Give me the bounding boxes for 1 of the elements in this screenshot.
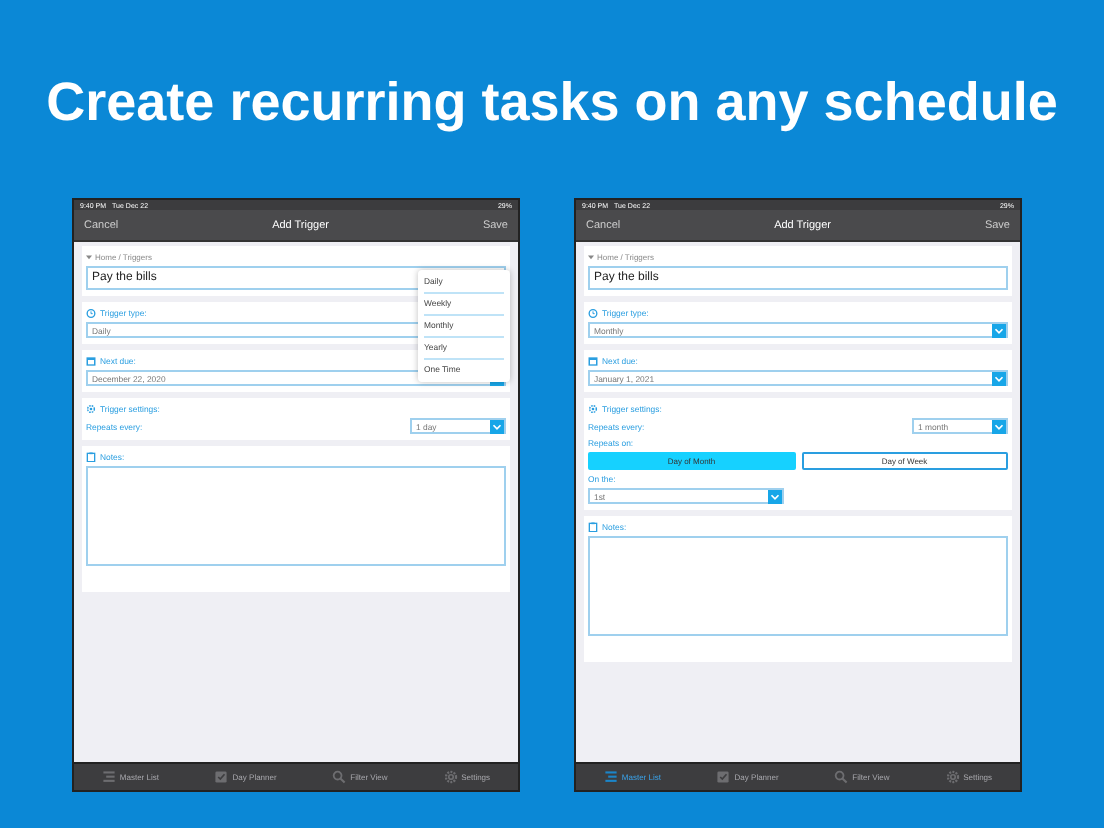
- headline: Create recurring tasks on any schedule: [46, 72, 1058, 136]
